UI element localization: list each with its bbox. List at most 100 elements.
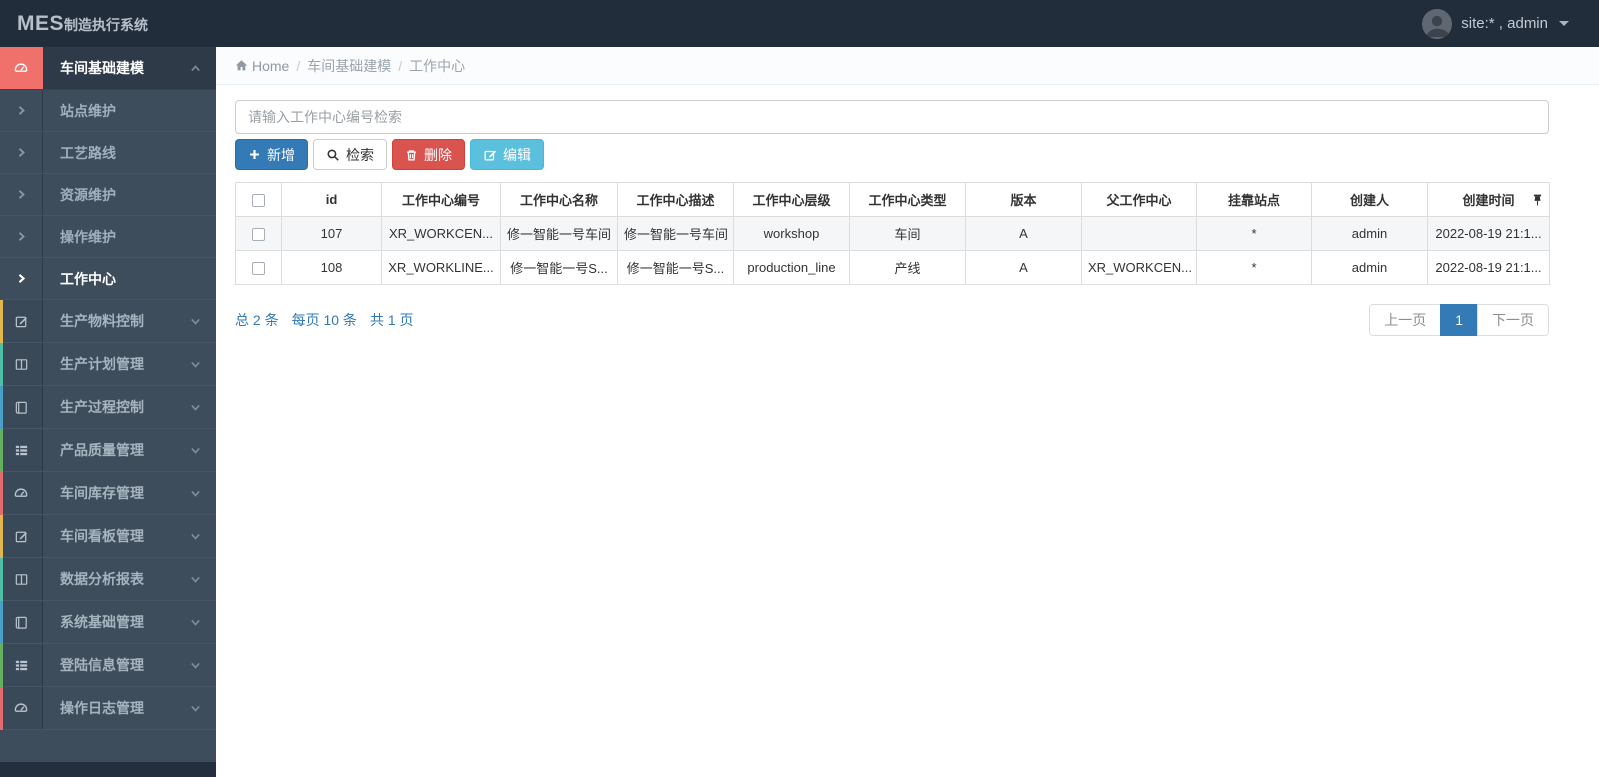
cell-version: A bbox=[965, 216, 1082, 251]
search-input[interactable] bbox=[235, 100, 1549, 134]
sidebar-item-process-control[interactable]: 生产过程控制 bbox=[0, 386, 216, 429]
sidebar-item-inventory-management[interactable]: 车间库存管理 bbox=[0, 472, 216, 515]
chevron-down-icon bbox=[189, 472, 202, 514]
sidebar-item-label: 车间库存管理 bbox=[60, 485, 144, 501]
sidebar-item-label: 操作维护 bbox=[60, 228, 116, 245]
toolbar: 新增 检索 删除 编辑 bbox=[235, 139, 1549, 170]
row-checkbox[interactable] bbox=[252, 228, 265, 242]
pin-icon[interactable] bbox=[1533, 194, 1542, 206]
search-icon bbox=[326, 148, 340, 162]
chevron-right-icon bbox=[0, 216, 43, 257]
book-icon bbox=[0, 601, 43, 643]
chevron-down-icon bbox=[189, 343, 202, 385]
sidebar-item-system-management[interactable]: 系统基础管理 bbox=[0, 601, 216, 644]
table-row[interactable]: 108 XR_WORKLINE... 修一智能一号S... 修一智能一号S...… bbox=[235, 250, 1550, 285]
breadcrumb-item-work-center: 工作中心 bbox=[409, 57, 466, 74]
sidebar-item-operation-maintenance[interactable]: 操作维护 bbox=[0, 216, 216, 258]
cell-station: * bbox=[1196, 250, 1312, 285]
sidebar-item-plan-management[interactable]: 生产计划管理 bbox=[0, 343, 216, 386]
dashboard-icon bbox=[0, 472, 43, 514]
col-header-created: 创建时间 bbox=[1427, 182, 1550, 217]
add-button[interactable]: 新增 bbox=[235, 139, 308, 170]
breadcrumb-home[interactable]: Home bbox=[235, 58, 289, 74]
col-header-id: id bbox=[281, 182, 382, 217]
columns-icon bbox=[0, 558, 43, 600]
chevron-right-icon bbox=[0, 258, 43, 299]
sidebar-item-board-management[interactable]: 车间看板管理 bbox=[0, 515, 216, 558]
sidebar-item-label: 工艺路线 bbox=[60, 144, 116, 161]
next-page-button[interactable]: 下一页 bbox=[1477, 304, 1549, 337]
sidebar-item-label: 数据分析报表 bbox=[60, 571, 144, 587]
col-header-creator: 创建人 bbox=[1311, 182, 1428, 217]
cell-code: XR_WORKLINE... bbox=[381, 250, 501, 285]
chevron-right-icon bbox=[0, 132, 43, 173]
sidebar-item-process-route[interactable]: 工艺路线 bbox=[0, 132, 216, 174]
work-center-table: id 工作中心编号 工作中心名称 工作中心描述 工作中心层级 工作中心类型 版本… bbox=[235, 182, 1550, 285]
sidebar-item-workshop-modeling[interactable]: 车间基础建模 bbox=[0, 47, 216, 90]
cell-name: 修一智能一号S... bbox=[500, 250, 618, 285]
menu-color-strip bbox=[0, 300, 3, 343]
cell-desc: 修一智能一号S... bbox=[617, 250, 734, 285]
sidebar-item-analytics-reports[interactable]: 数据分析报表 bbox=[0, 558, 216, 601]
sidebar-item-label: 产品质量管理 bbox=[60, 442, 144, 458]
sidebar-item-label: 生产计划管理 bbox=[60, 356, 144, 372]
cell-version: A bbox=[965, 250, 1082, 285]
chevron-down-icon bbox=[189, 386, 202, 428]
pagination-controls: 上一页 1 下一页 bbox=[1369, 304, 1549, 337]
home-icon bbox=[235, 59, 248, 72]
col-header-version: 版本 bbox=[965, 182, 1082, 217]
plus-icon bbox=[248, 148, 261, 161]
sidebar-item-work-center[interactable]: 工作中心 bbox=[0, 258, 216, 300]
edit-icon bbox=[0, 300, 43, 342]
cell-parent bbox=[1081, 216, 1197, 251]
sidebar-item-login-info-management[interactable]: 登陆信息管理 bbox=[0, 644, 216, 687]
sidebar-item-resource-maintenance[interactable]: 资源维护 bbox=[0, 174, 216, 216]
page-1-button[interactable]: 1 bbox=[1440, 304, 1478, 337]
sidebar-item-label: 生产物料控制 bbox=[60, 313, 144, 329]
chevron-down-icon bbox=[189, 601, 202, 643]
sidebar-item-label: 生产过程控制 bbox=[60, 399, 144, 415]
menu-color-strip bbox=[0, 343, 3, 386]
sidebar-item-material-control[interactable]: 生产物料控制 bbox=[0, 300, 216, 343]
list-icon bbox=[0, 644, 43, 686]
edit-button[interactable]: 编辑 bbox=[470, 139, 544, 170]
edit-icon bbox=[483, 148, 497, 162]
cell-type: 产线 bbox=[849, 250, 966, 285]
menu-color-strip bbox=[0, 472, 3, 515]
menu-color-strip bbox=[0, 429, 3, 472]
cell-desc: 修一智能一号车间 bbox=[617, 216, 734, 251]
chevron-down-icon bbox=[189, 515, 202, 557]
page-size: 每页 10 条 bbox=[291, 312, 357, 329]
chevron-up-icon bbox=[189, 47, 202, 89]
list-icon bbox=[0, 429, 43, 471]
row-checkbox[interactable] bbox=[252, 262, 265, 276]
col-header-desc: 工作中心描述 bbox=[617, 182, 734, 217]
delete-button[interactable]: 删除 bbox=[392, 139, 465, 170]
brand-suffix: 制造执行系统 bbox=[64, 16, 149, 33]
cell-parent: XR_WORKCEN... bbox=[1081, 250, 1197, 285]
col-header-level: 工作中心层级 bbox=[733, 182, 850, 217]
col-header-code: 工作中心编号 bbox=[381, 182, 501, 217]
chevron-down-icon bbox=[189, 429, 202, 471]
user-menu[interactable]: site:* , admin bbox=[1422, 8, 1599, 39]
brand-mes: MES bbox=[17, 11, 65, 35]
breadcrumb: Home / 车间基础建模 / 工作中心 bbox=[216, 47, 1599, 85]
breadcrumb-item-workshop-modeling[interactable]: 车间基础建模 bbox=[307, 56, 391, 76]
sidebar-item-label: 登陆信息管理 bbox=[60, 657, 144, 673]
sidebar-footer bbox=[0, 762, 216, 777]
sidebar-item-site-maintenance[interactable]: 站点维护 bbox=[0, 90, 216, 132]
sidebar-item-label: 工作中心 bbox=[60, 270, 116, 287]
prev-page-button[interactable]: 上一页 bbox=[1369, 304, 1442, 337]
book-icon bbox=[0, 386, 43, 428]
chevron-right-icon bbox=[0, 174, 43, 215]
search-button[interactable]: 检索 bbox=[313, 139, 387, 170]
chevron-down-icon bbox=[189, 644, 202, 686]
sidebar-item-quality-management[interactable]: 产品质量管理 bbox=[0, 429, 216, 472]
table-row[interactable]: 107 XR_WORKCEN... 修一智能一号车间 修一智能一号车间 work… bbox=[235, 216, 1550, 251]
avatar bbox=[1422, 8, 1453, 39]
sidebar-item-operation-log-management[interactable]: 操作日志管理 bbox=[0, 687, 216, 730]
select-all-checkbox[interactable] bbox=[252, 194, 265, 208]
cell-created: 2022-08-19 21:1... bbox=[1427, 216, 1550, 251]
cell-created: 2022-08-19 21:1... bbox=[1427, 250, 1550, 285]
caret-down-icon bbox=[1559, 21, 1569, 26]
